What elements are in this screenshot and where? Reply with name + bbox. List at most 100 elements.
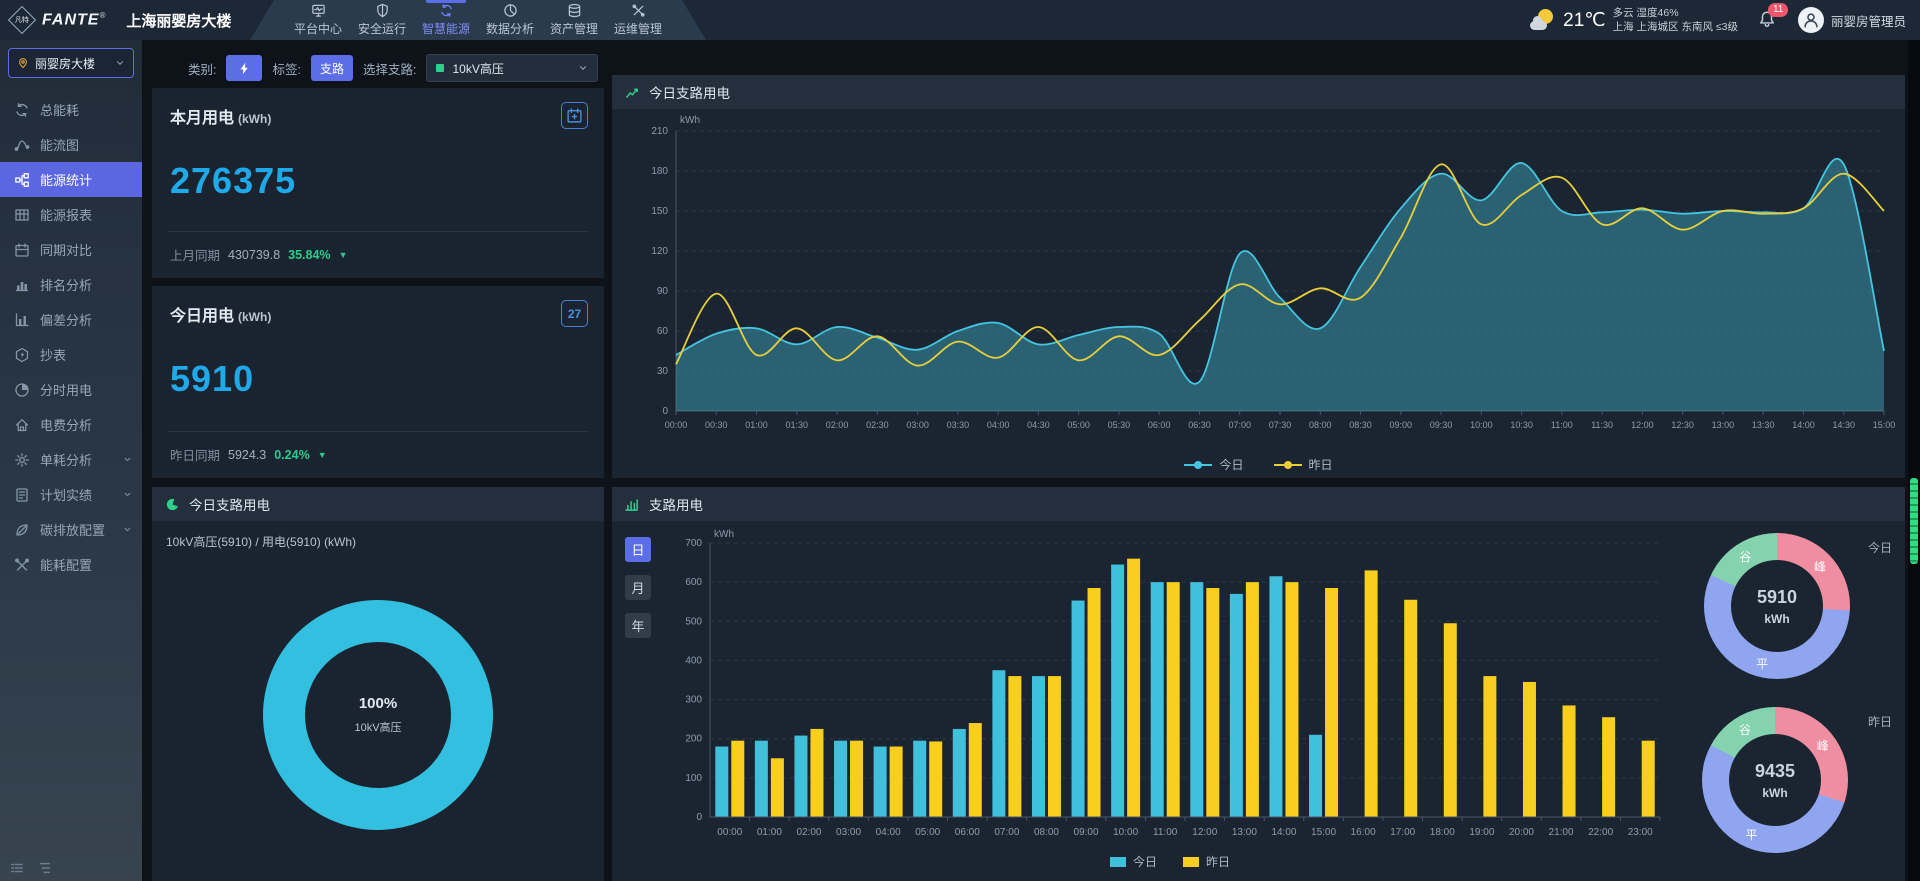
pie-icon bbox=[503, 3, 518, 18]
trend-down-icon: ▼ bbox=[339, 250, 348, 260]
svg-text:06:00: 06:00 bbox=[955, 827, 980, 838]
branch-select[interactable]: 10kV高压 bbox=[426, 54, 598, 82]
list-view-icon[interactable] bbox=[10, 861, 24, 875]
donut-card-header: 今日支路用电 bbox=[152, 487, 604, 521]
svg-text:02:00: 02:00 bbox=[826, 420, 849, 430]
sidebar-item-2[interactable]: 能源统计 bbox=[0, 162, 142, 197]
bar-legend-item-1[interactable]: 昨日 bbox=[1183, 853, 1230, 870]
today-tou-donut: 峰平谷 5910 kWh bbox=[1704, 533, 1850, 679]
sidebar-item-1[interactable]: 能流图 bbox=[0, 127, 142, 162]
line-card-header: 今日支路用电 bbox=[612, 75, 1905, 109]
donut-value: 9435 bbox=[1755, 761, 1795, 782]
svg-text:90: 90 bbox=[657, 286, 669, 297]
svg-text:05:00: 05:00 bbox=[915, 827, 940, 838]
svg-text:08:00: 08:00 bbox=[1309, 420, 1332, 430]
svg-text:10:00: 10:00 bbox=[1113, 827, 1138, 838]
database-icon bbox=[567, 3, 582, 18]
sidebar-item-4[interactable]: 同期对比 bbox=[0, 232, 142, 267]
svg-text:00:30: 00:30 bbox=[705, 420, 728, 430]
sidebar-item-5[interactable]: 排名分析 bbox=[0, 267, 142, 302]
toggle-年[interactable]: 年 bbox=[625, 613, 651, 638]
svg-text:14:00: 14:00 bbox=[1271, 827, 1296, 838]
donut-unit: kWh bbox=[1762, 786, 1787, 800]
bar-legend-item-0[interactable]: 今日 bbox=[1110, 853, 1157, 870]
chevron-down-icon bbox=[123, 455, 132, 464]
svg-text:11:00: 11:00 bbox=[1551, 420, 1573, 430]
nav-item-0[interactable]: 平台中心 bbox=[286, 0, 350, 40]
svg-text:13:00: 13:00 bbox=[1712, 420, 1735, 430]
config-icon bbox=[14, 557, 30, 573]
svg-text:210: 210 bbox=[651, 126, 668, 137]
svg-text:07:00: 07:00 bbox=[994, 827, 1019, 838]
location-pin-icon bbox=[17, 57, 29, 69]
nav-item-1[interactable]: 安全运行 bbox=[350, 0, 414, 40]
legend-item-0[interactable]: 今日 bbox=[1184, 456, 1243, 473]
legend-item-1[interactable]: 昨日 bbox=[1274, 456, 1333, 473]
svg-text:10:00: 10:00 bbox=[1470, 420, 1493, 430]
donut-subtitle: 10kV高压(5910) / 用电(5910) (kWh) bbox=[152, 521, 604, 550]
calendar-day-icon[interactable]: 27 bbox=[561, 300, 588, 327]
weather-sun-cloud-icon bbox=[1530, 9, 1556, 31]
svg-text:17:00: 17:00 bbox=[1390, 827, 1415, 838]
toggle-日[interactable]: 日 bbox=[625, 537, 651, 562]
leaf-icon bbox=[14, 522, 30, 538]
plan-icon bbox=[14, 487, 30, 503]
svg-text:23:00: 23:00 bbox=[1628, 827, 1653, 838]
sidebar-item-8[interactable]: 分时用电 bbox=[0, 372, 142, 407]
svg-text:05:30: 05:30 bbox=[1108, 420, 1131, 430]
svg-text:19:00: 19:00 bbox=[1469, 827, 1494, 838]
tag-branch-button[interactable]: 支路 bbox=[311, 55, 353, 81]
sidebar-item-6[interactable]: 偏差分析 bbox=[0, 302, 142, 337]
category-electric-button[interactable] bbox=[226, 55, 262, 81]
weather-widget: 21℃ 多云 湿度46% 上海 上海城区 东南风 ≤3级 bbox=[1530, 6, 1738, 34]
table-icon bbox=[14, 207, 30, 223]
nav-item-4[interactable]: 资产管理 bbox=[542, 0, 606, 40]
today-branch-donut-card: 今日支路用电 10kV高压(5910) / 用电(5910) (kWh) 100… bbox=[152, 487, 604, 881]
meter-icon bbox=[14, 347, 30, 363]
svg-text:12:00: 12:00 bbox=[1192, 827, 1217, 838]
sidebar-menu: 总能耗 能流图 能源统计 能源报表 同期对比 排名分析 bbox=[0, 92, 142, 582]
svg-text:09:00: 09:00 bbox=[1390, 420, 1413, 430]
svg-text:02:30: 02:30 bbox=[866, 420, 889, 430]
weather-location: 上海 上海城区 东南风 ≤3级 bbox=[1613, 20, 1738, 34]
svg-text:10:30: 10:30 bbox=[1510, 420, 1533, 430]
sidebar-item-3[interactable]: 能源报表 bbox=[0, 197, 142, 232]
calendar-plus-icon[interactable] bbox=[561, 102, 588, 129]
vertical-scrollbar bbox=[1908, 40, 1920, 881]
line-chart-legend: 今日 昨日 bbox=[612, 456, 1905, 473]
today-compare-row: 昨日同期 5924.3 0.24% ▼ bbox=[170, 445, 327, 464]
toggle-月[interactable]: 月 bbox=[625, 575, 651, 600]
svg-text:13:00: 13:00 bbox=[1232, 827, 1257, 838]
bar-card-title: 支路用电 bbox=[649, 494, 703, 514]
svg-text:200: 200 bbox=[685, 734, 702, 745]
svg-text:04:00: 04:00 bbox=[876, 827, 901, 838]
bar-chart-legend: 今日 昨日 bbox=[660, 853, 1680, 870]
yesterday-donut-label: 昨日 bbox=[1868, 713, 1892, 730]
building-select[interactable]: 丽婴房大楼 bbox=[8, 48, 134, 78]
notifications-button[interactable]: 11 bbox=[1758, 9, 1778, 31]
header-right: 21℃ 多云 湿度46% 上海 上海城区 东南风 ≤3级 11 丽婴房管理员 bbox=[1530, 0, 1906, 40]
pie-chart-icon bbox=[165, 497, 180, 512]
sidebar-item-7[interactable]: 抄表 bbox=[0, 337, 142, 372]
svg-text:18:00: 18:00 bbox=[1430, 827, 1455, 838]
scrollbar-thumb[interactable] bbox=[1910, 478, 1918, 564]
donut-unit: kWh bbox=[1764, 612, 1789, 626]
brand-logo-icon: 凡特 bbox=[8, 6, 36, 34]
svg-text:01:00: 01:00 bbox=[745, 420, 768, 430]
sidebar-item-0[interactable]: 总能耗 bbox=[0, 92, 142, 127]
yesterday-tou-donut: 峰平谷 9435 kWh bbox=[1702, 707, 1848, 853]
branch-bar-card: 支路用电 日月年 7006005004003002001000kWh00:000… bbox=[612, 487, 1905, 881]
nav-item-5[interactable]: 运维管理 bbox=[606, 0, 670, 40]
sidebar-item-11[interactable]: 计划实绩 bbox=[0, 477, 142, 512]
nav-item-2[interactable]: 智慧能源 bbox=[414, 0, 478, 40]
weather-condition: 多云 湿度46% bbox=[1613, 6, 1738, 20]
tree-view-icon[interactable] bbox=[38, 861, 52, 875]
sidebar-item-9[interactable]: 电费分析 bbox=[0, 407, 142, 442]
nav-item-3[interactable]: 数据分析 bbox=[478, 0, 542, 40]
sidebar-item-12[interactable]: 碳排放配置 bbox=[0, 512, 142, 547]
recycle-icon bbox=[439, 3, 454, 18]
period-toggle-group: 日月年 bbox=[625, 537, 651, 638]
user-menu[interactable]: 丽婴房管理员 bbox=[1798, 7, 1906, 33]
sidebar-item-13[interactable]: 能耗配置 bbox=[0, 547, 142, 582]
sidebar-item-10[interactable]: 单耗分析 bbox=[0, 442, 142, 477]
